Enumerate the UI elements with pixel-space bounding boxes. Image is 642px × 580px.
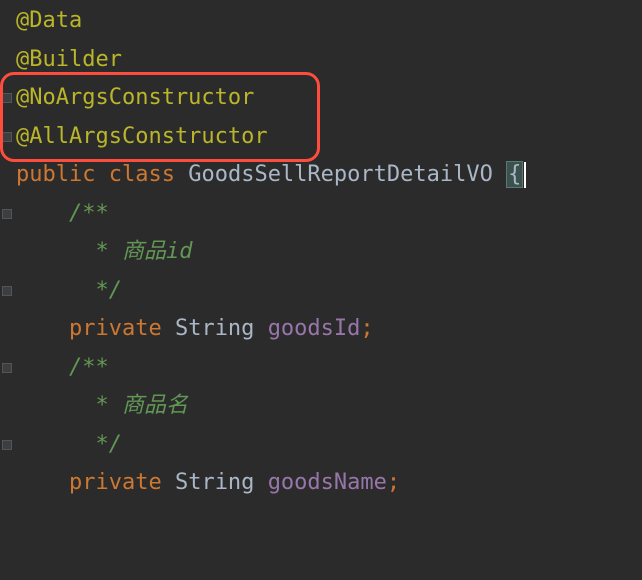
keyword-private: private: [69, 316, 162, 341]
code-content: /**: [14, 349, 109, 388]
annotation: @Data: [16, 8, 82, 33]
code-line[interactable]: @Builder: [0, 41, 642, 80]
code-content: private String goodsName;: [14, 464, 400, 503]
code-content: @NoArgsConstructor: [14, 79, 254, 118]
code-content: * 商品名: [14, 387, 188, 426]
code-line[interactable]: /**: [0, 195, 642, 234]
semicolon: ;: [387, 470, 400, 495]
gutter-marker-icon: [2, 132, 12, 142]
code-content: * 商品id: [14, 233, 192, 272]
code-line[interactable]: /**: [0, 349, 642, 388]
indent: [16, 355, 69, 380]
code-content: public class GoodsSellReportDetailVO {: [14, 156, 526, 195]
code-content: @AllArgsConstructor: [14, 118, 268, 157]
field-name: goodsName: [268, 470, 387, 495]
code-content: private String goodsId;: [14, 310, 374, 349]
indent: [16, 432, 82, 457]
open-brace: {: [506, 161, 523, 188]
indent: [16, 393, 82, 418]
code-content: @Data: [14, 2, 82, 41]
gutter: [0, 209, 14, 219]
code-content: @Builder: [14, 41, 122, 80]
comment-end: */: [82, 278, 122, 303]
comment-end: */: [82, 432, 122, 457]
code-line[interactable]: @Data: [0, 2, 642, 41]
gutter: [0, 93, 14, 103]
keyword-private: private: [69, 470, 162, 495]
code-line[interactable]: * 商品id: [0, 233, 642, 272]
comment-text: 商品名: [122, 393, 188, 418]
code-line[interactable]: private String goodsName;: [0, 464, 642, 503]
gutter-fold-icon[interactable]: [2, 363, 12, 373]
code-line[interactable]: * 商品名: [0, 387, 642, 426]
field-name: goodsId: [268, 316, 361, 341]
semicolon: ;: [360, 316, 373, 341]
class-name: GoodsSellReportDetailVO: [188, 162, 493, 187]
cursor: [524, 162, 526, 188]
keyword-public: public: [16, 162, 95, 187]
gutter-fold-icon[interactable]: [2, 440, 12, 450]
indent: [16, 239, 82, 264]
gutter: [0, 286, 14, 296]
comment-start: /**: [69, 355, 109, 380]
comment-star: *: [82, 239, 122, 264]
code-content: /**: [14, 195, 109, 234]
code-line[interactable]: private String goodsId;: [0, 310, 642, 349]
code-line[interactable]: @AllArgsConstructor: [0, 118, 642, 157]
keyword-class: class: [109, 162, 175, 187]
gutter: [0, 363, 14, 373]
gutter-fold-icon[interactable]: [2, 286, 12, 296]
comment-star: *: [82, 393, 122, 418]
gutter: [0, 440, 14, 450]
code-line[interactable]: */: [0, 426, 642, 465]
code-line[interactable]: @NoArgsConstructor: [0, 79, 642, 118]
indent: [16, 201, 69, 226]
type: String: [175, 316, 254, 341]
gutter-marker-icon: [2, 93, 12, 103]
indent: [16, 470, 69, 495]
gutter: [0, 132, 14, 142]
annotation: @NoArgsConstructor: [16, 85, 254, 110]
code-line[interactable]: */: [0, 272, 642, 311]
type: String: [175, 470, 254, 495]
code-line[interactable]: public class GoodsSellReportDetailVO {: [0, 156, 642, 195]
code-content: */: [14, 426, 122, 465]
indent: [16, 316, 69, 341]
gutter-fold-icon[interactable]: [2, 209, 12, 219]
annotation: @AllArgsConstructor: [16, 124, 268, 149]
comment-text: 商品id: [122, 239, 193, 264]
code-content: */: [14, 272, 122, 311]
annotation: @Builder: [16, 47, 122, 72]
comment-start: /**: [69, 201, 109, 226]
indent: [16, 278, 82, 303]
